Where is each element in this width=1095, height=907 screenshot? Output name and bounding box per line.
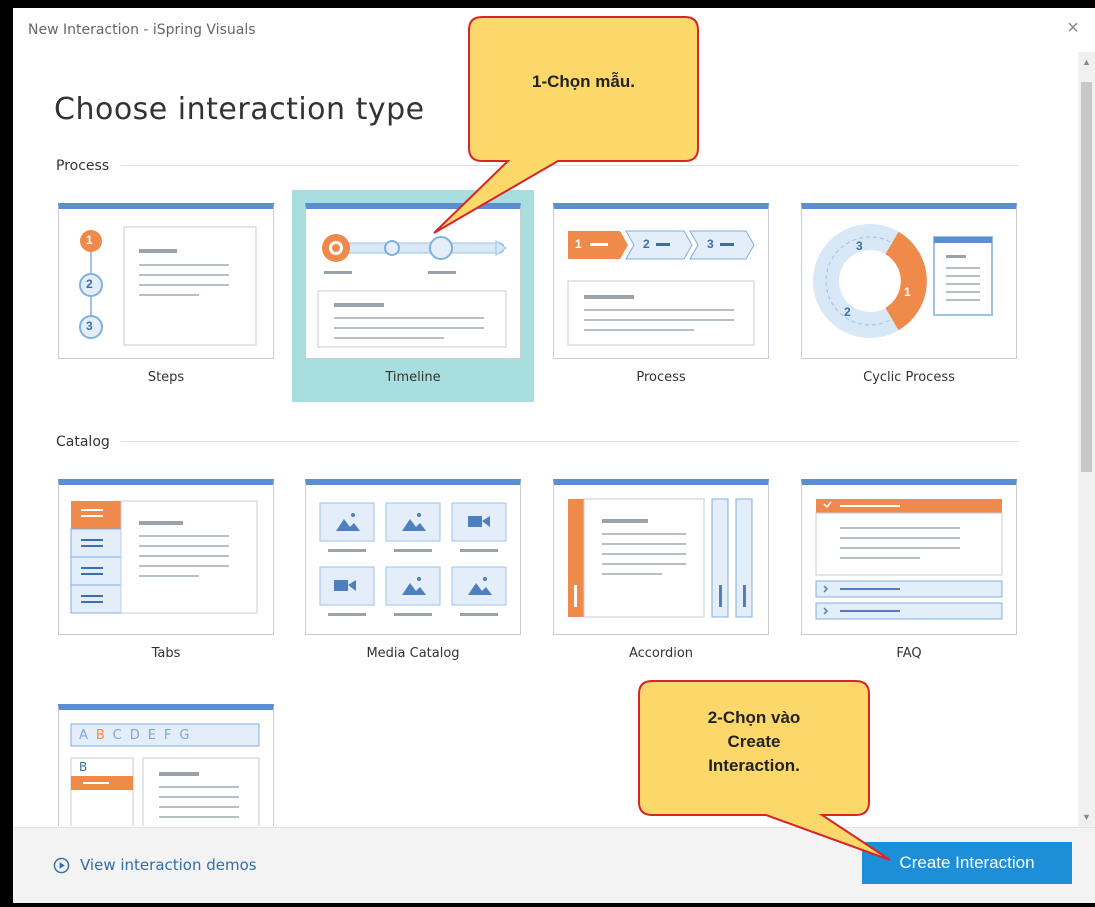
tile-glossary[interactable]: ABCDEFG B xyxy=(58,691,274,826)
steps-number-1: 1 xyxy=(86,233,93,247)
section-label-catalog: Catalog xyxy=(56,434,110,450)
cyclic-number-3: 3 xyxy=(856,239,863,253)
view-demos-label: View interaction demos xyxy=(80,856,257,874)
tile-label-faq: FAQ xyxy=(896,646,922,661)
tile-steps[interactable]: 1 2 3 Steps xyxy=(58,190,274,385)
glossary-letter-b: B xyxy=(95,728,113,743)
tile-label-media-catalog: Media Catalog xyxy=(366,646,460,661)
steps-number-2: 2 xyxy=(86,277,93,291)
media-catalog-thumbnail xyxy=(305,479,521,635)
view-demos-link[interactable]: View interaction demos xyxy=(53,856,257,874)
process-number-2: 2 xyxy=(643,237,650,251)
process-number-1: 1 xyxy=(575,237,582,251)
tile-label-cyclic-process: Cyclic Process xyxy=(863,370,955,385)
process-number-3: 3 xyxy=(707,237,714,251)
section-label-process: Process xyxy=(56,158,110,174)
callout-text-2-line-1: 2-Chọn vào xyxy=(707,708,801,727)
vertical-scrollbar[interactable]: ▲ ▼ xyxy=(1078,52,1095,828)
tile-tabs[interactable]: Tabs xyxy=(58,466,274,661)
timeline-thumbnail xyxy=(305,203,521,359)
callout-text-2: 2-Chọn vào Create Interaction. xyxy=(639,706,869,778)
tile-label-accordion: Accordion xyxy=(628,646,694,661)
glossary-letter-c: C xyxy=(112,728,130,743)
steps-thumbnail: 1 2 3 xyxy=(58,203,274,359)
tile-process[interactable]: 1 2 3 Process xyxy=(553,190,769,385)
tile-label-process: Process xyxy=(636,370,686,385)
scroll-thumb[interactable] xyxy=(1081,82,1092,472)
glossary-letter-bar: ABCDEFG xyxy=(79,728,197,743)
scroll-down-icon[interactable]: ▼ xyxy=(1078,809,1095,826)
dialog-footer: View interaction demos Create Interactio… xyxy=(13,827,1095,903)
section-divider xyxy=(121,165,1019,166)
steps-number-3: 3 xyxy=(86,319,93,333)
close-icon[interactable]: × xyxy=(1063,18,1083,38)
glossary-letter-g: G xyxy=(179,728,198,743)
tabs-thumbnail xyxy=(58,479,274,635)
faq-thumbnail xyxy=(801,479,1017,635)
tile-label-steps: Steps xyxy=(147,370,185,385)
callout-text-1: 1-Chọn mẫu. xyxy=(532,72,635,91)
tile-label-tabs: Tabs xyxy=(151,646,181,661)
glossary-letter-f: F xyxy=(163,728,180,743)
tile-cyclic-process[interactable]: 3 2 1 Cyclic Process xyxy=(801,190,1017,385)
scroll-up-icon[interactable]: ▲ xyxy=(1078,54,1095,71)
title-bar: New Interaction - iSpring Visuals × xyxy=(13,8,1095,52)
glossary-letter-a: A xyxy=(79,728,96,743)
new-interaction-dialog: New Interaction - iSpring Visuals × Choo… xyxy=(13,8,1095,903)
section-divider xyxy=(121,441,1019,442)
page-title: Choose interaction type xyxy=(54,92,425,127)
window-title: New Interaction - iSpring Visuals xyxy=(28,22,256,38)
callout-text-2-line-3: Interaction. xyxy=(708,756,800,775)
callout-text-2-line-2: Create xyxy=(727,732,781,751)
glossary-thumbnail: ABCDEFG B xyxy=(58,704,274,826)
glossary-letter-e: E xyxy=(147,728,164,743)
tile-media-catalog[interactable]: Media Catalog xyxy=(305,466,521,661)
create-interaction-button[interactable]: Create Interaction xyxy=(862,842,1072,884)
tile-label-timeline: Timeline xyxy=(385,370,441,385)
glossary-letter-d: D xyxy=(129,728,148,743)
cyclic-number-1: 1 xyxy=(904,285,911,299)
glossary-active-letter: B xyxy=(79,760,88,774)
accordion-thumbnail xyxy=(553,479,769,635)
tile-timeline[interactable]: Timeline xyxy=(292,190,534,402)
tile-accordion[interactable]: Accordion xyxy=(553,466,769,661)
play-circle-icon xyxy=(53,857,70,873)
cyclic-process-thumbnail: 3 2 1 xyxy=(801,203,1017,359)
process-thumbnail: 1 2 3 xyxy=(553,203,769,359)
tile-faq[interactable]: FAQ xyxy=(801,466,1017,661)
cyclic-number-2: 2 xyxy=(844,305,851,319)
